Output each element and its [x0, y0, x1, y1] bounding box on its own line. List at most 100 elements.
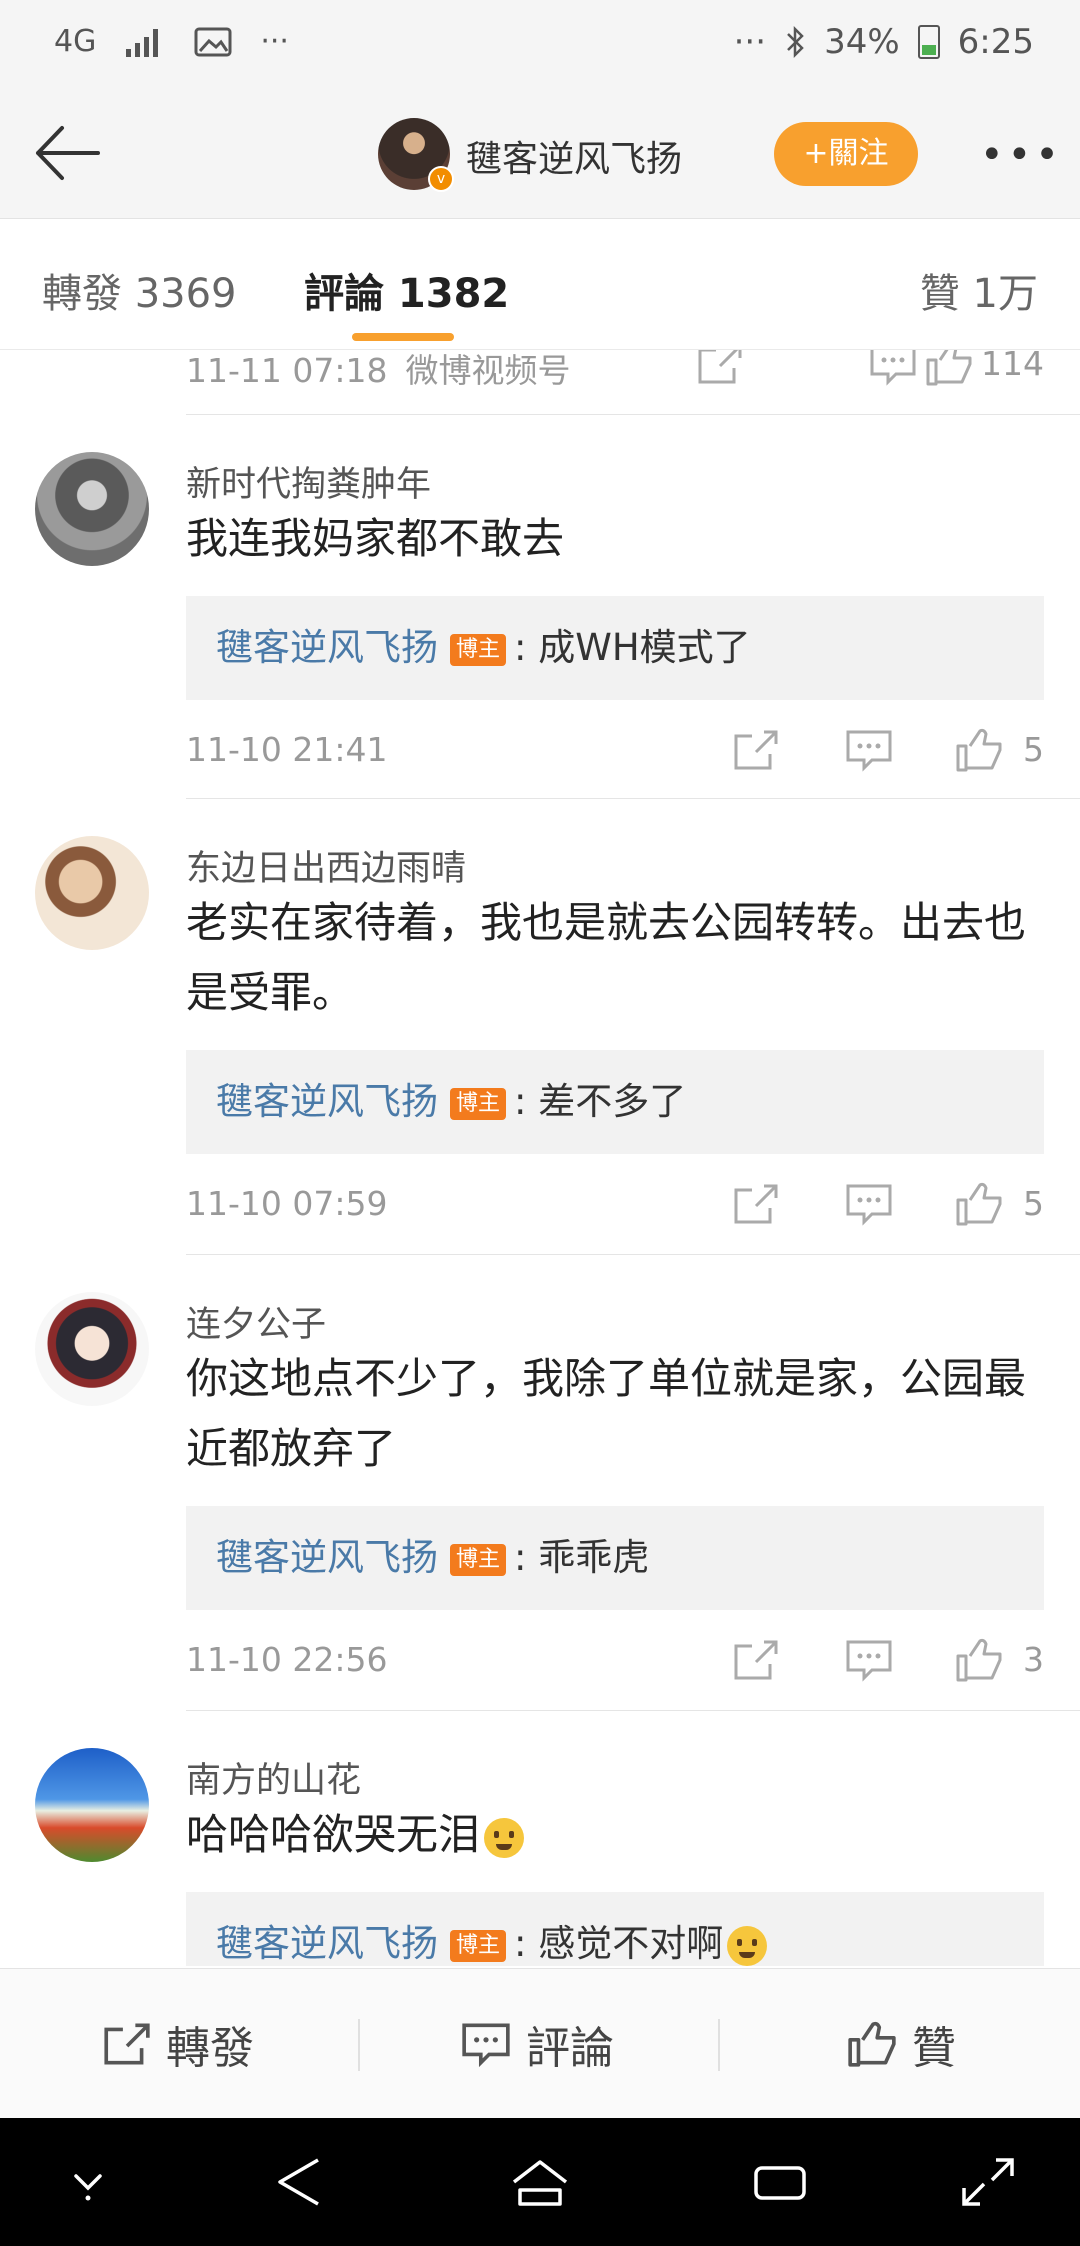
commenter-avatar[interactable]	[35, 1748, 149, 1862]
comment-meta-row: 11-10 22:56 3	[186, 1622, 1080, 1692]
blogger-badge: 博主	[450, 1543, 507, 1576]
follow-button[interactable]: +關注	[774, 122, 918, 186]
notification-dots: ···	[260, 24, 289, 59]
comment-meta-row: 11-11 07:18 微博视频号 114	[186, 350, 1080, 396]
comment-meta-row: 11-10 21:41 5	[186, 712, 1080, 782]
tab-bar: 轉發 3369 評論 1382 贊 1万	[0, 219, 1080, 350]
comment-list[interactable]: 11-11 07:18 微博视频号 114 新时代掏粪肿年 我连我妈家都不敢去 毽…	[0, 350, 1080, 1966]
hide-keyboard-icon[interactable]	[58, 2154, 118, 2210]
fullscreen-icon[interactable]	[958, 2154, 1018, 2210]
tab-likes[interactable]: 贊 1万	[920, 261, 1038, 319]
comment-icon[interactable]	[844, 1182, 894, 1226]
commenter-name[interactable]: 新时代掏粪肿年	[186, 456, 431, 507]
verified-badge-icon: v	[428, 166, 454, 192]
like-count: 114	[981, 350, 1044, 383]
back-nav-icon[interactable]	[270, 2154, 330, 2210]
repost-label: 轉發	[166, 2023, 254, 2074]
like-icon[interactable]	[954, 728, 1004, 772]
like-icon[interactable]	[954, 1182, 1004, 1226]
comment-icon[interactable]	[868, 350, 918, 386]
comment-icon[interactable]	[844, 1638, 894, 1682]
confused-emoji-icon	[727, 1925, 768, 1966]
top-nav-bar: v 毽客逆风飞扬 +關注 •••	[0, 92, 1080, 219]
comment-time: 11-10 07:59	[186, 1184, 388, 1223]
comment-meta-row: 11-10 07:59 5	[186, 1166, 1080, 1236]
share-icon[interactable]	[730, 1182, 780, 1226]
recent-apps-icon[interactable]	[750, 2154, 810, 2210]
author-reply[interactable]: 毽客逆风飞扬 博主: 差不多了	[186, 1050, 1044, 1154]
reply-text: : 乖乖虎	[514, 1536, 650, 1579]
like-icon	[848, 2021, 896, 2067]
status-bar: 4G ··· ··· 34% 6:25	[0, 0, 1080, 92]
reply-author-name[interactable]: 毽客逆风飞扬	[216, 1922, 438, 1965]
comment-time: 11-10 21:41	[186, 730, 388, 769]
reply-text: : 成WH模式了	[514, 626, 751, 669]
active-tab-indicator	[352, 333, 454, 341]
blogger-badge: 博主	[450, 633, 507, 666]
commenter-avatar[interactable]	[35, 452, 149, 566]
tab-comments[interactable]: 評論 1382	[304, 261, 509, 319]
comment-label: 評論	[526, 2023, 614, 2074]
home-icon[interactable]	[510, 2154, 570, 2210]
reply-text: : 差不多了	[514, 1080, 687, 1123]
divider	[718, 2019, 720, 2071]
like-count: 3	[1023, 1640, 1044, 1679]
comment-text: 哈哈哈欲哭无泪	[186, 1800, 1046, 1870]
reply-author-name[interactable]: 毽客逆风飞扬	[216, 626, 438, 669]
commenter-name[interactable]: 连夕公子	[186, 1296, 326, 1347]
comment-icon[interactable]	[844, 728, 894, 772]
divider	[358, 2019, 360, 2071]
clock: 6:25	[957, 22, 1034, 62]
commenter-name[interactable]: 东边日出西边雨晴	[186, 840, 466, 891]
share-icon[interactable]	[694, 350, 744, 386]
author-name[interactable]: 毽客逆风飞扬	[466, 130, 682, 182]
like-label: 贊	[912, 2023, 956, 2074]
blogger-badge: 博主	[450, 1087, 507, 1120]
comment-button[interactable]: 評論	[460, 1969, 614, 2119]
bluetooth-icon	[787, 25, 804, 59]
crying-emoji-icon	[484, 1817, 525, 1858]
commenter-name[interactable]: 南方的山花	[186, 1752, 361, 1803]
battery-icon	[917, 25, 940, 59]
like-count: 5	[1023, 1184, 1044, 1223]
signal-icon	[126, 28, 159, 57]
commenter-avatar[interactable]	[35, 836, 149, 950]
reply-author-name[interactable]: 毽客逆风飞扬	[216, 1536, 438, 1579]
like-icon[interactable]	[924, 350, 974, 386]
divider	[186, 798, 1080, 799]
gallery-icon	[194, 27, 232, 56]
comment-text: 你这地点不少了，我除了单位就是家，公园最近都放弃了	[186, 1354, 1027, 1473]
author-avatar[interactable]: v	[378, 118, 454, 192]
share-icon[interactable]	[730, 728, 780, 772]
comment-source: 微博视频号	[405, 351, 571, 390]
bottom-action-bar: 轉發 評論 贊	[0, 1968, 1080, 2119]
divider	[186, 1710, 1080, 1711]
like-icon[interactable]	[954, 1638, 1004, 1682]
battery-percent: 34%	[824, 22, 900, 62]
comment-icon	[462, 2023, 510, 2067]
comment-time: 11-10 22:56	[186, 1640, 388, 1679]
reply-text: : 感觉不对啊	[514, 1922, 724, 1965]
back-arrow-icon[interactable]	[28, 118, 108, 188]
reply-author-name[interactable]: 毽客逆风飞扬	[216, 1080, 438, 1123]
commenter-avatar[interactable]	[35, 1292, 149, 1406]
comment-text: 老实在家待着，我也是就去公园转转。出去也是受罪。	[186, 898, 1027, 1017]
share-icon[interactable]	[730, 1638, 780, 1682]
comment-time: 11-11 07:18	[186, 351, 388, 390]
like-count: 5	[1023, 730, 1044, 769]
author-reply[interactable]: 毽客逆风飞扬 博主: 乖乖虎	[186, 1506, 1044, 1610]
more-options-button[interactable]: •••	[980, 132, 1063, 178]
network-indicator: 4G	[54, 24, 97, 59]
author-reply[interactable]: 毽客逆风飞扬 博主: 感觉不对啊	[186, 1892, 1044, 1966]
like-button[interactable]: 贊	[846, 1969, 956, 2119]
repost-button[interactable]: 轉發	[100, 1969, 254, 2119]
system-nav-bar	[0, 2118, 1080, 2246]
tab-reposts[interactable]: 轉發 3369	[42, 261, 237, 319]
author-reply[interactable]: 毽客逆风飞扬 博主: 成WH模式了	[186, 596, 1044, 700]
divider	[186, 1254, 1080, 1255]
notification-dots-right: ···	[733, 22, 767, 62]
comment-text: 我连我妈家都不敢去	[186, 514, 565, 563]
repost-icon	[104, 2023, 150, 2065]
divider	[186, 414, 1080, 415]
blogger-badge: 博主	[450, 1929, 507, 1962]
